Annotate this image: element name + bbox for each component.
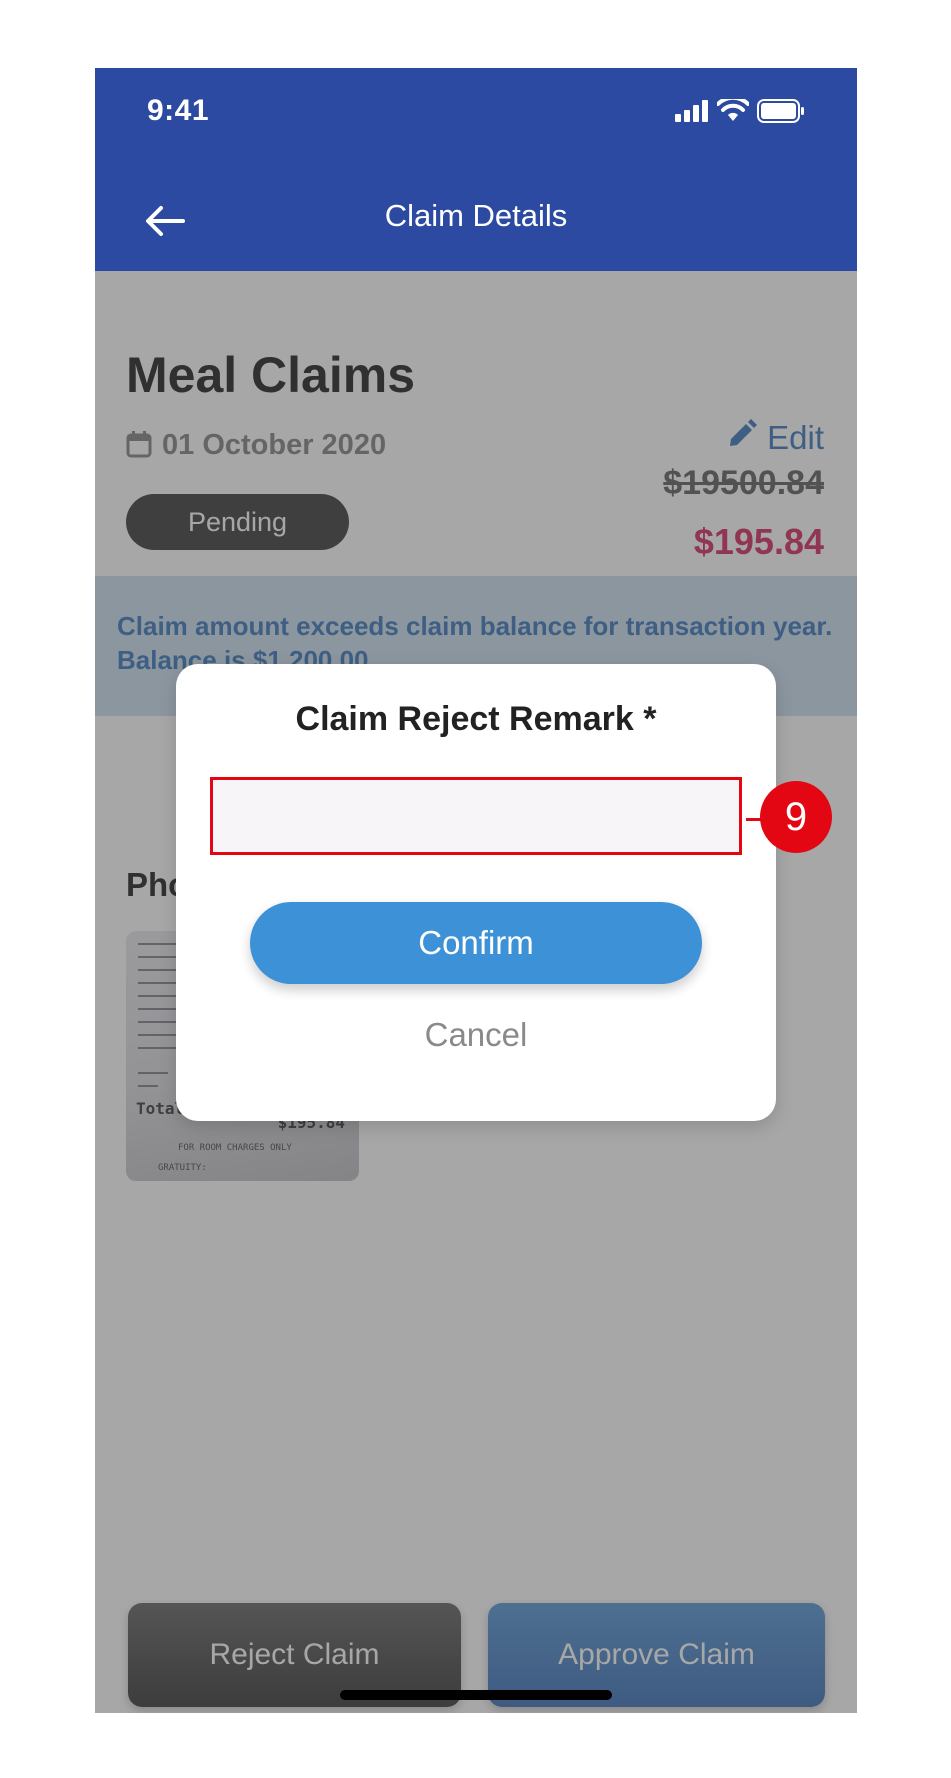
dialog-title: Claim Reject Remark *: [295, 700, 657, 738]
confirm-button[interactable]: Confirm: [250, 902, 702, 984]
cancel-button[interactable]: Cancel: [176, 1016, 776, 1054]
phone-screen: 9:41 Claim Details Claim Reject Remark *…: [95, 68, 857, 1713]
callout-badge: 9: [760, 781, 832, 853]
app-header: 9:41 Claim Details: [95, 68, 857, 271]
screen: 9:41 Claim Details Claim Reject Remark *…: [0, 0, 951, 1778]
reject-remark-dialog: Claim Reject Remark * Confirm Cancel: [176, 664, 776, 1121]
reject-remark-input[interactable]: [210, 777, 742, 855]
wifi-icon: [716, 95, 750, 127]
page-title: Claim Details: [384, 198, 568, 233]
battery-icon: [757, 99, 805, 127]
status-time: 9:41: [147, 94, 210, 127]
signal-icon: [675, 100, 709, 126]
home-indicator: [340, 1690, 612, 1700]
status-icons: [675, 95, 805, 127]
